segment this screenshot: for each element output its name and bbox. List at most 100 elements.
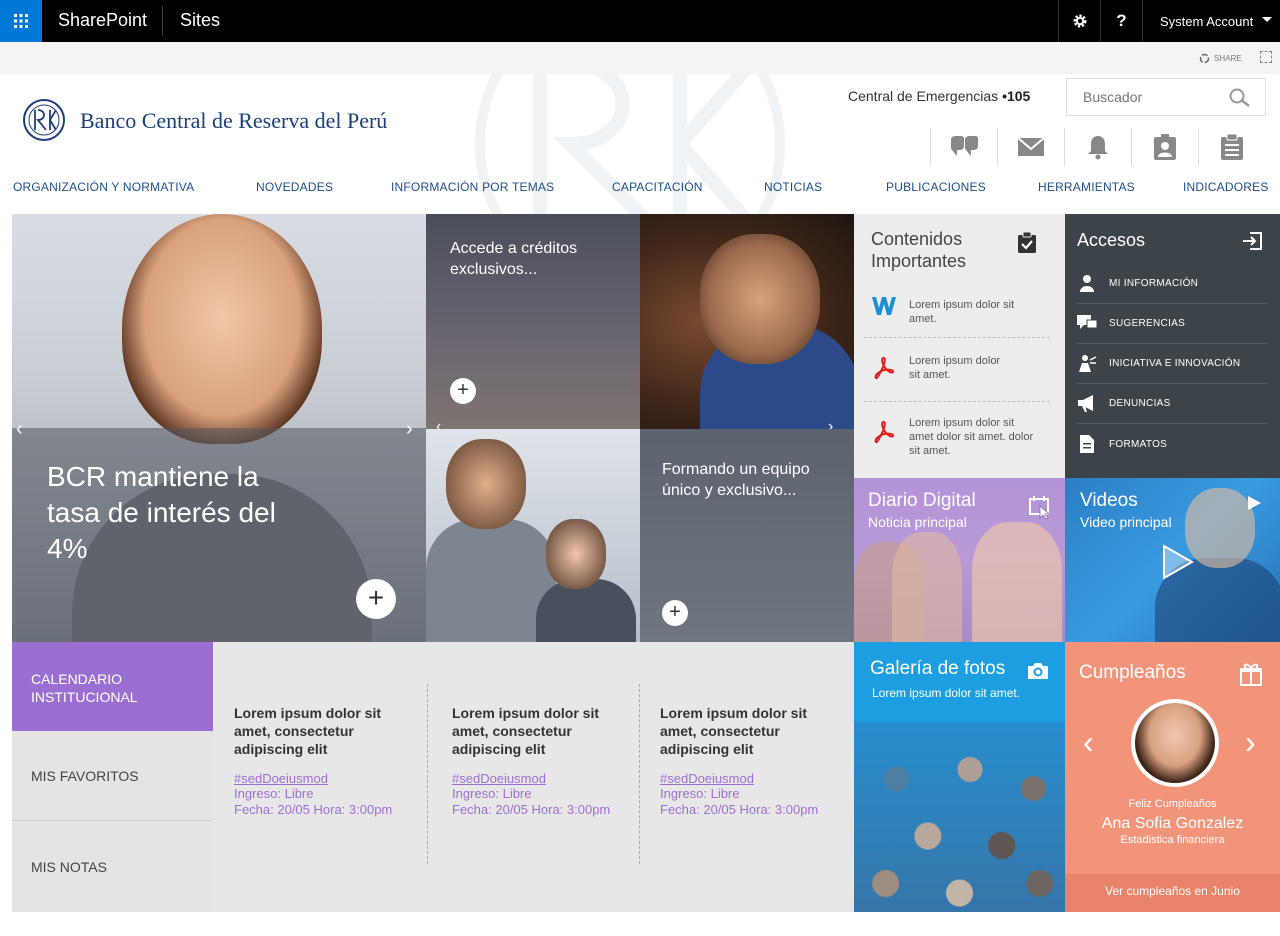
hero-next-arrow-icon[interactable]: › xyxy=(406,418,413,441)
focus-mode-icon[interactable] xyxy=(1260,51,1272,63)
hero-more-button[interactable]: + xyxy=(356,579,396,619)
waffle-icon xyxy=(14,14,28,28)
tile-creditos[interactable]: Accede a créditos exclusivos... + ‹ xyxy=(426,214,640,429)
hero-slider[interactable]: BCR mantiene la tasa de interés del 4% +… xyxy=(12,214,426,642)
videos-subtitle: Video principal xyxy=(1080,514,1172,530)
nav-informacion[interactable]: INFORMACIÓN POR TEMAS xyxy=(391,180,554,194)
event-ingreso: Ingreso: Libre xyxy=(660,786,740,801)
nav-novedades[interactable]: NOVEDADES xyxy=(256,180,333,194)
mail-button[interactable] xyxy=(997,128,1064,166)
tile-equipo-more-button[interactable]: + xyxy=(662,600,688,626)
event-title: Lorem ipsum dolor sit amet, consectetur … xyxy=(660,705,808,757)
event-tag[interactable]: #sedDoeiusmod xyxy=(452,771,632,786)
tiles-prev-arrow-icon[interactable]: ‹ xyxy=(436,418,441,429)
tab-notas[interactable]: MIS NOTAS xyxy=(12,822,213,912)
event-card[interactable]: Lorem ipsum dolor sit amet, consectetur … xyxy=(660,704,840,818)
megaphone-icon xyxy=(1078,395,1093,412)
event-fecha: Fecha: 20/05 Hora: 3:00pm xyxy=(234,802,393,817)
bcrp-logo[interactable] xyxy=(22,98,66,142)
event-fecha: Fecha: 20/05 Hora: 3:00pm xyxy=(452,802,611,817)
divider xyxy=(162,6,163,36)
clipboard-check-icon xyxy=(1018,232,1036,253)
event-ingreso: Ingreso: Libre xyxy=(452,786,532,801)
contenido-item[interactable]: Lorem ipsum dolor sit amet dolor sit ame… xyxy=(864,414,1050,466)
person-face xyxy=(546,519,606,589)
sharepoint-brand[interactable]: SharePoint xyxy=(58,10,147,31)
acceso-sugerencias[interactable]: SUGERENCIAS xyxy=(1077,304,1267,344)
ribbon-strip xyxy=(0,42,1280,74)
event-tag[interactable]: #sedDoeiusmod xyxy=(234,771,414,786)
share-label: SHARE xyxy=(1214,54,1242,63)
event-card[interactable]: Lorem ipsum dolor sit amet, consectetur … xyxy=(234,704,414,818)
contenido-item[interactable]: Lorem ipsum dolor sit amet. xyxy=(864,294,1050,338)
tile-speaker-image[interactable]: › xyxy=(640,214,854,429)
videos-tile[interactable]: Videos Video principal xyxy=(1065,478,1280,642)
badge-button[interactable] xyxy=(1131,128,1198,166)
cumple-greeting: Feliz Cumpleaños xyxy=(1128,798,1217,810)
event-card[interactable]: Lorem ipsum dolor sit amet, consectetur … xyxy=(452,704,632,818)
diario-digital-tile[interactable]: Diario Digital Noticia principal xyxy=(854,478,1065,642)
tiles-next-arrow-icon[interactable]: › xyxy=(828,418,833,429)
tile-equipo[interactable]: Formando un equipo único y exclusivo... … xyxy=(640,429,854,642)
contenido-item[interactable]: Lorem ipsum dolor sit amet. xyxy=(864,350,1050,402)
tile-creditos-more-button[interactable]: + xyxy=(450,378,476,404)
contenido-label: Lorem ipsum dolor sit amet. xyxy=(909,299,1015,325)
person-suit xyxy=(536,579,636,642)
person-image xyxy=(892,532,962,642)
account-menu[interactable]: System Account xyxy=(1142,0,1280,42)
cumple-title: Cumpleaños xyxy=(1079,662,1186,683)
acceso-label: DENUNCIAS xyxy=(1109,398,1171,409)
settings-button[interactable] xyxy=(1058,0,1100,42)
nav-noticias[interactable]: NOTICIAS xyxy=(764,180,822,194)
notifications-button[interactable] xyxy=(1064,128,1131,166)
galeria-tile[interactable]: Galería de fotos Lorem ipsum dolor sit a… xyxy=(854,642,1065,912)
videos-title: Videos xyxy=(1080,490,1138,511)
acceso-denuncias[interactable]: DENUNCIAS xyxy=(1077,384,1267,424)
share-icon xyxy=(1199,53,1210,64)
camera-icon xyxy=(1028,663,1048,679)
sites-link[interactable]: Sites xyxy=(180,10,220,31)
quote-button[interactable] xyxy=(930,128,997,166)
tab-calendario[interactable]: CALENDARIO INSTITUCIONAL xyxy=(12,642,213,731)
video-person-face xyxy=(1185,488,1255,568)
cumple-prev-arrow-icon[interactable]: ‹ xyxy=(1083,724,1094,761)
nav-capacitacion[interactable]: CAPACITACIÓN xyxy=(612,180,703,194)
word-icon xyxy=(872,297,896,315)
event-title: Lorem ipsum dolor sit amet, consectetur … xyxy=(452,705,600,757)
nav-herramientas[interactable]: HERRAMIENTAS xyxy=(1038,180,1135,194)
acceso-iniciativa[interactable]: INICIATIVA E INNOVACIÓN xyxy=(1077,344,1267,384)
hero-prev-arrow-icon[interactable]: ‹ xyxy=(16,418,23,441)
search-icon[interactable] xyxy=(1229,88,1251,108)
gear-icon xyxy=(1073,14,1086,28)
nav-publicaciones[interactable]: PUBLICACIONES xyxy=(886,180,986,194)
nav-organizacion[interactable]: ORGANIZACIÓN Y NORMATIVA xyxy=(13,180,194,194)
avatar[interactable] xyxy=(1131,699,1219,787)
pdf-icon xyxy=(874,420,895,444)
nav-indicadores[interactable]: INDICADORES xyxy=(1183,180,1269,194)
bank-name[interactable]: Banco Central de Reserva del Perú xyxy=(80,108,387,134)
app-launcher-button[interactable] xyxy=(0,0,42,42)
event-tag[interactable]: #sedDoeiusmod xyxy=(660,771,840,786)
mail-icon xyxy=(1017,137,1045,156)
emergency-number: •105 xyxy=(1002,88,1031,104)
chat-icon xyxy=(1077,315,1097,329)
tab-favoritos[interactable]: MIS FAVORITOS xyxy=(12,731,213,821)
search-input[interactable] xyxy=(1067,79,1217,115)
clipboard-button[interactable] xyxy=(1198,128,1265,166)
cumple-footer-link[interactable]: Ver cumpleaños en Junio xyxy=(1065,874,1280,912)
acceso-formatos[interactable]: FORMATOS xyxy=(1077,425,1267,465)
cumple-next-arrow-icon[interactable]: › xyxy=(1245,724,1256,761)
acceso-label: MI INFORMACIÓN xyxy=(1109,278,1199,289)
tile-creditos-text: Accede a créditos exclusivos... xyxy=(450,240,578,278)
play-icon[interactable] xyxy=(1161,544,1195,580)
share-button[interactable]: SHARE xyxy=(1199,53,1242,64)
search-box[interactable] xyxy=(1066,78,1266,116)
login-icon[interactable] xyxy=(1242,232,1262,250)
header-quick-icons xyxy=(930,128,1265,166)
help-button[interactable]: ? xyxy=(1100,0,1142,42)
tile-handshake-image[interactable] xyxy=(426,429,640,642)
gift-icon xyxy=(1240,663,1262,686)
hero-headline[interactable]: BCR mantiene la tasa de interés del 4% xyxy=(47,459,307,567)
acceso-mi-informacion[interactable]: MI INFORMACIÓN xyxy=(1077,264,1267,304)
bell-icon xyxy=(1088,136,1108,160)
